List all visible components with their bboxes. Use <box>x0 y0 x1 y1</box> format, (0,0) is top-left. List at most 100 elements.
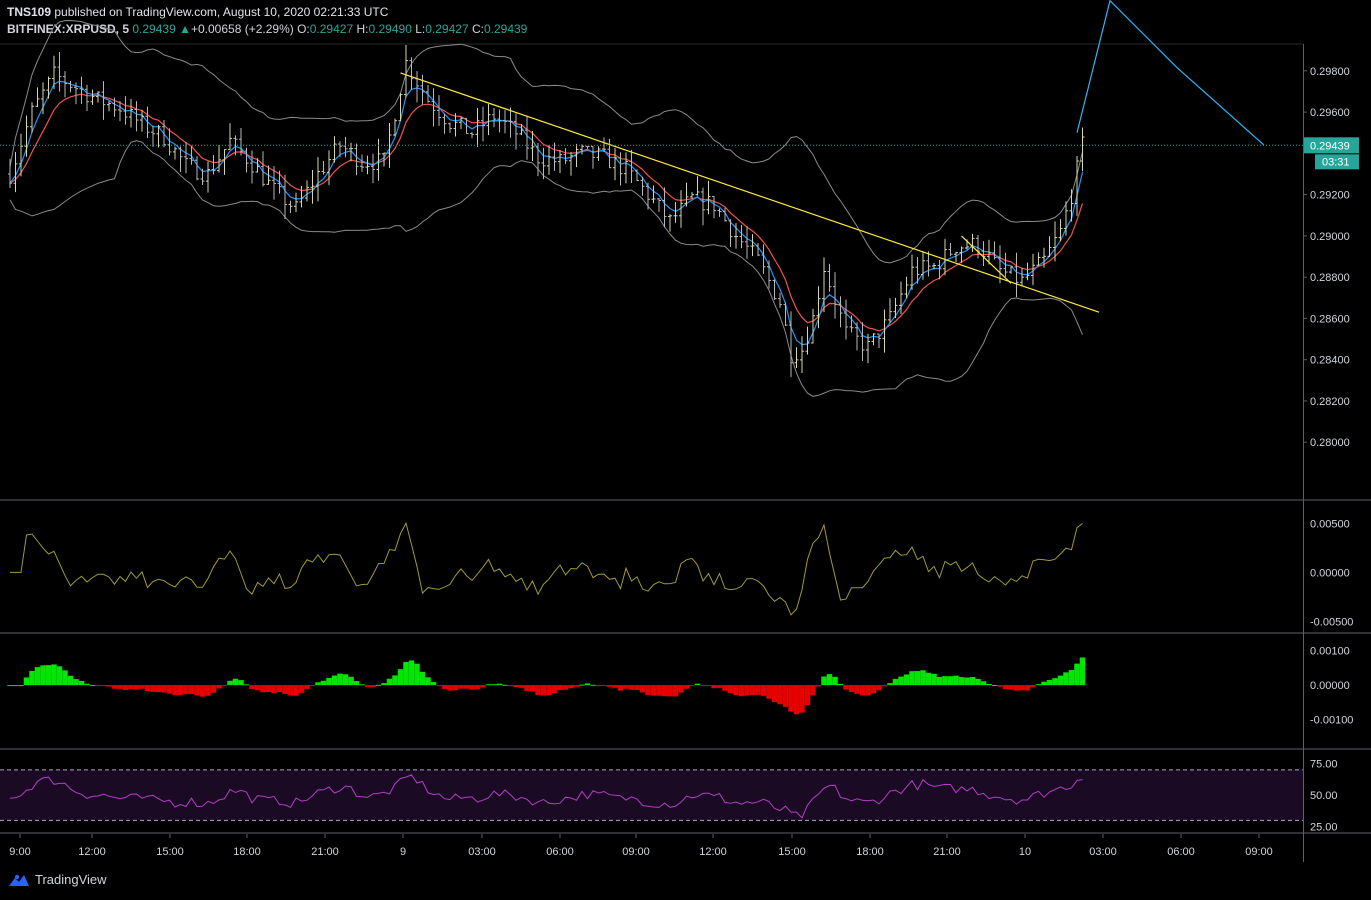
price-bar <box>662 187 667 228</box>
histogram-bar <box>7 685 13 687</box>
histogram-bar <box>1013 685 1020 691</box>
price-tick-label: 0.28400 <box>1310 355 1350 367</box>
histogram-bar <box>969 676 976 686</box>
price-bar <box>1014 252 1019 298</box>
histogram-bar <box>474 685 481 690</box>
histogram-bar <box>155 685 162 693</box>
rsi-tick-label: 75.00 <box>1310 759 1338 771</box>
histogram-bar <box>579 684 585 686</box>
histogram-bar <box>656 685 662 696</box>
histogram-bar <box>892 678 899 686</box>
histogram-bar <box>705 685 712 687</box>
price-bar <box>294 192 298 213</box>
histogram-bar <box>100 685 107 687</box>
price-bar <box>35 87 40 108</box>
price-bar <box>651 185 656 204</box>
price-bar <box>244 147 249 173</box>
price-bar <box>57 52 62 92</box>
histogram-bar <box>535 685 541 695</box>
chart-frame <box>0 43 1371 862</box>
price-bar <box>629 149 634 184</box>
price-bar <box>1025 262 1030 281</box>
histogram-bar <box>62 670 68 686</box>
price-bar <box>811 308 815 344</box>
price-bar <box>145 106 150 138</box>
price-tick-label: 0.28600 <box>1310 313 1350 325</box>
price-bar <box>1075 155 1079 216</box>
time-tick-label: 12:00 <box>78 846 106 858</box>
osc-tick-label: 0.00000 <box>1310 567 1350 579</box>
histogram-bar <box>51 664 57 686</box>
yellow-trendline <box>400 72 1100 313</box>
histogram-bar <box>249 685 255 689</box>
histogram-bar <box>18 685 24 687</box>
price-bar <box>343 136 348 158</box>
time-tick-label: 10 <box>1019 846 1031 858</box>
price-bar <box>79 76 84 104</box>
histogram-bar <box>645 685 651 695</box>
histogram-bar <box>216 685 222 689</box>
histogram-bar <box>562 685 569 690</box>
price-tick-label: 0.28000 <box>1310 437 1350 449</box>
histogram-bar <box>518 685 525 688</box>
price-bar <box>184 142 188 174</box>
hist-tick-label: 0.00100 <box>1310 646 1350 658</box>
time-axis: 9:00 12:00 15:00 18:00 21:00 9 03:00 06:00 09:00… <box>9 834 1273 858</box>
histogram-bar <box>89 684 96 686</box>
histogram-bar <box>1008 685 1014 690</box>
price-bar <box>310 169 315 204</box>
price-bar <box>118 101 122 122</box>
histogram-bar <box>150 685 156 692</box>
histogram-bar <box>315 682 321 686</box>
time-tick-label: 09:00 <box>622 846 650 858</box>
histogram-bar <box>1035 684 1042 686</box>
histogram-bar <box>183 685 189 695</box>
histogram-bar <box>326 677 332 686</box>
histogram-bar <box>502 684 508 686</box>
price-bar <box>558 150 562 173</box>
histogram-bar <box>309 685 316 687</box>
price-bar <box>486 103 491 136</box>
chart-canvas[interactable]: 0.29800 0.29600 0.29200 0.29000 0.28800 0.286… <box>0 0 1371 900</box>
histogram-bar <box>177 685 184 695</box>
histogram-bar <box>623 685 629 689</box>
price-bar <box>580 144 584 155</box>
price-bar <box>739 224 744 249</box>
histogram-bar <box>1063 672 1069 686</box>
price-bar <box>371 153 375 184</box>
histogram-bar <box>887 683 893 686</box>
histogram-bar <box>991 684 998 686</box>
histogram-bar <box>447 685 453 691</box>
histogram-bar <box>986 683 992 686</box>
histogram-bar <box>777 685 783 705</box>
histogram-bar <box>34 667 41 686</box>
price-bar <box>530 131 535 162</box>
histogram-bar <box>320 680 327 686</box>
histogram-bar <box>95 685 101 687</box>
price-bar <box>195 156 199 181</box>
histogram-bar <box>876 685 882 691</box>
price-bar <box>706 180 711 215</box>
footer-brand[interactable]: TradingView <box>8 872 107 887</box>
histogram-bar <box>694 683 701 686</box>
price-bar <box>85 84 89 111</box>
price-bar <box>250 150 254 184</box>
histogram-bar <box>1024 685 1031 691</box>
price-bar <box>354 143 359 176</box>
price-bar <box>750 234 755 257</box>
histogram-bar <box>617 685 624 691</box>
histogram-bars <box>7 657 1086 715</box>
price-bar <box>613 148 617 181</box>
histogram-bar <box>485 684 492 686</box>
histogram-bar <box>117 685 123 689</box>
price-bar <box>90 89 95 105</box>
time-tick-label: 09:00 <box>1245 846 1273 858</box>
histogram-bar <box>601 685 607 687</box>
price-bar <box>712 196 716 219</box>
histogram-bar <box>238 680 244 686</box>
price-bar <box>943 238 947 276</box>
price-bar <box>668 214 672 232</box>
ema-slow-line <box>9 93 1084 332</box>
price-bar <box>695 176 700 196</box>
histogram-bar <box>1046 679 1053 686</box>
